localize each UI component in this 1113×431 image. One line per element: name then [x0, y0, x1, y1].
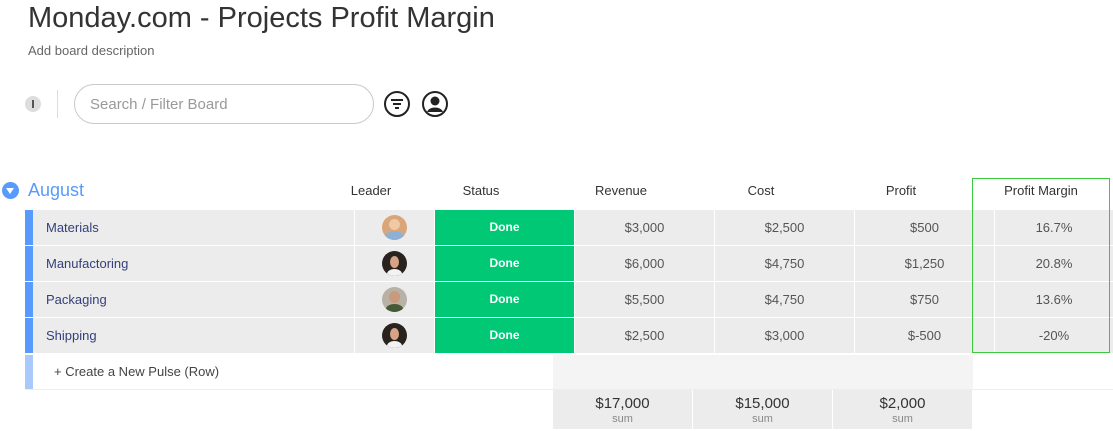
- cost-sum-value: $15,000: [735, 395, 790, 412]
- revenue-cell[interactable]: $2,500: [575, 318, 715, 353]
- profit-cell: $500: [855, 210, 995, 245]
- profit-sum-value: $2,000: [879, 395, 926, 412]
- revenue-sum-value: $17,000: [595, 395, 650, 412]
- row-name[interactable]: Manufactoring: [33, 246, 355, 281]
- avatar: [382, 322, 407, 348]
- leader-cell[interactable]: [355, 246, 435, 281]
- column-header-profit-margin[interactable]: Profit Margin: [972, 183, 1110, 198]
- row-name[interactable]: Materials: [33, 210, 355, 245]
- cost-cell[interactable]: $4,750: [715, 246, 855, 281]
- leader-cell[interactable]: [355, 210, 435, 245]
- person-icon[interactable]: [421, 90, 449, 118]
- avatar: [382, 286, 407, 312]
- leader-cell[interactable]: [355, 282, 435, 317]
- toolbar-divider: [57, 90, 58, 118]
- cost-sum-label: sum: [752, 413, 773, 425]
- board-description[interactable]: Add board description: [28, 43, 154, 58]
- revenue-sum-label: sum: [612, 413, 633, 425]
- row-name[interactable]: Shipping: [33, 318, 355, 353]
- table-row: Manufactoring Done $6,000 $4,750 $1,250 …: [25, 246, 1113, 281]
- row-name[interactable]: Packaging: [33, 282, 355, 317]
- profit-margin-cell: 16.7%: [995, 210, 1113, 245]
- column-header-profit[interactable]: Profit: [831, 183, 971, 198]
- revenue-cell[interactable]: $5,500: [575, 282, 715, 317]
- group-collapse-icon[interactable]: [2, 182, 19, 199]
- board-title[interactable]: Monday.com - Projects Profit Margin: [28, 0, 495, 36]
- filter-icon[interactable]: [383, 90, 411, 118]
- profit-cell: $-500: [855, 318, 995, 353]
- create-row-bar: [25, 355, 33, 389]
- group-title[interactable]: August: [28, 180, 84, 201]
- avatar: [382, 250, 407, 276]
- table-row: Shipping Done $2,500 $3,000 $-500 -20%: [25, 318, 1113, 353]
- column-header-leader[interactable]: Leader: [331, 183, 411, 198]
- create-row[interactable]: + Create a New Pulse (Row): [25, 355, 1113, 390]
- column-header-status[interactable]: Status: [411, 183, 551, 198]
- status-badge[interactable]: Done: [435, 318, 575, 353]
- status-badge[interactable]: Done: [435, 246, 575, 281]
- revenue-cell[interactable]: $6,000: [575, 246, 715, 281]
- row-color-bar[interactable]: [25, 210, 33, 245]
- profit-sum: $2,000 sum: [833, 390, 972, 429]
- search-input[interactable]: [74, 84, 374, 124]
- status-badge[interactable]: Done: [435, 282, 575, 317]
- profit-cell: $1,250: [855, 246, 995, 281]
- column-header-revenue[interactable]: Revenue: [551, 183, 691, 198]
- table-row: Packaging Done $5,500 $4,750 $750 13.6%: [25, 282, 1113, 317]
- status-badge[interactable]: Done: [435, 210, 575, 245]
- profit-cell: $750: [855, 282, 995, 317]
- create-pulse-button[interactable]: + Create a New Pulse (Row): [54, 355, 219, 389]
- info-toggle-icon[interactable]: [25, 96, 41, 112]
- column-header-cost[interactable]: Cost: [691, 183, 831, 198]
- cost-cell[interactable]: $2,500: [715, 210, 855, 245]
- profit-margin-cell: 20.8%: [995, 246, 1113, 281]
- create-row-fill: [553, 355, 973, 389]
- cost-cell[interactable]: $4,750: [715, 282, 855, 317]
- table-row: Materials Done $3,000 $2,500 $500 16.7%: [25, 210, 1113, 245]
- row-color-bar[interactable]: [25, 318, 33, 353]
- row-color-bar[interactable]: [25, 282, 33, 317]
- profit-sum-label: sum: [892, 413, 913, 425]
- row-color-bar[interactable]: [25, 246, 33, 281]
- leader-cell[interactable]: [355, 318, 435, 353]
- avatar: [382, 214, 407, 240]
- cost-sum: $15,000 sum: [693, 390, 832, 429]
- profit-margin-cell: -20%: [995, 318, 1113, 353]
- revenue-cell[interactable]: $3,000: [575, 210, 715, 245]
- revenue-sum: $17,000 sum: [553, 390, 692, 429]
- cost-cell[interactable]: $3,000: [715, 318, 855, 353]
- profit-margin-cell: 13.6%: [995, 282, 1113, 317]
